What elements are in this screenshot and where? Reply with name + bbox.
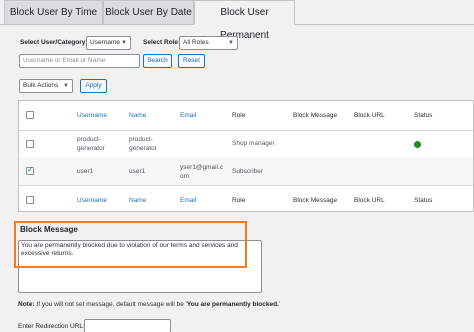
row-checkbox-checked[interactable] bbox=[26, 165, 34, 175]
redirect-url-label: Enter Redirection URL: bbox=[18, 323, 85, 330]
header-divider bbox=[19, 130, 473, 131]
column-footer-block-message: Block Message bbox=[293, 197, 338, 204]
redirect-url-input[interactable] bbox=[84, 319, 171, 332]
row-name: user1 bbox=[129, 168, 146, 175]
row-username: user1 bbox=[77, 168, 94, 175]
block-message-title: Block Message bbox=[20, 225, 78, 234]
tab-block-user-permanent[interactable]: Block User Permanent bbox=[194, 0, 295, 41]
bulk-actions-select[interactable]: Bulk Actions ▼ bbox=[19, 79, 73, 93]
chevron-down-icon: ▼ bbox=[63, 83, 69, 89]
column-header-role: Role bbox=[232, 112, 246, 119]
note-default-message: You are permanently blocked. bbox=[186, 301, 279, 308]
bulk-actions-value: Bulk Actions bbox=[23, 82, 59, 89]
category-select[interactable]: Username ▼ bbox=[86, 36, 131, 50]
reset-button[interactable]: Reset bbox=[178, 54, 205, 68]
column-header-block-message: Block Message bbox=[293, 112, 338, 119]
tab-block-user-by-time[interactable]: Block User By Time bbox=[4, 0, 103, 25]
apply-button[interactable]: Apply bbox=[80, 79, 107, 93]
column-footer-block-url: Block URL bbox=[354, 197, 385, 204]
tab-bar: Block User By Time Block User By Date Bl… bbox=[0, 0, 474, 41]
role-select-value: All Roles bbox=[183, 39, 209, 46]
note-prefix: Note: bbox=[18, 301, 35, 308]
category-select-value: Username bbox=[90, 39, 120, 46]
tab-block-user-by-date[interactable]: Block User By Date bbox=[103, 0, 194, 25]
row-checkbox[interactable] bbox=[26, 140, 34, 148]
note-text: If you will not set message, default mes… bbox=[34, 301, 187, 308]
row-username: product- generator bbox=[77, 136, 105, 152]
column-header-status: Status bbox=[414, 112, 433, 119]
column-header-block-url: Block URL bbox=[354, 112, 385, 119]
row-role: Shop manager bbox=[232, 140, 275, 147]
search-input[interactable]: Username or Email or Name bbox=[19, 54, 140, 68]
users-table: Username Name Email Role Block Message B… bbox=[18, 100, 474, 212]
column-footer-role: Role bbox=[232, 197, 246, 204]
footer-divider bbox=[19, 185, 473, 186]
role-select[interactable]: All Roles ▼ bbox=[179, 36, 238, 50]
row-role: Subscriber bbox=[232, 168, 264, 175]
search-button[interactable]: Search bbox=[143, 54, 172, 68]
column-header-email[interactable]: Email bbox=[180, 111, 196, 120]
column-footer-username[interactable]: Username bbox=[77, 196, 107, 205]
select-all-checkbox-footer[interactable] bbox=[26, 196, 34, 204]
column-footer-name[interactable]: Name bbox=[129, 196, 146, 205]
column-header-name[interactable]: Name bbox=[129, 111, 146, 120]
chevron-down-icon: ▼ bbox=[228, 40, 234, 46]
row-email: yser1@gmail.c om bbox=[180, 164, 224, 180]
chevron-down-icon: ▼ bbox=[121, 40, 127, 46]
category-filter-label: Select User/Category: bbox=[20, 39, 88, 46]
column-footer-status: Status bbox=[414, 197, 433, 204]
column-header-username[interactable]: Username bbox=[77, 111, 107, 120]
select-all-checkbox[interactable] bbox=[26, 111, 34, 119]
row-name: product- generator bbox=[129, 136, 157, 152]
role-filter-label: Select Role: bbox=[143, 39, 181, 46]
default-message-note: Note: If you will not set message, defau… bbox=[18, 301, 280, 308]
status-active-icon bbox=[414, 141, 421, 148]
note-suffix: ' bbox=[278, 301, 281, 308]
column-footer-email[interactable]: Email bbox=[180, 196, 196, 205]
